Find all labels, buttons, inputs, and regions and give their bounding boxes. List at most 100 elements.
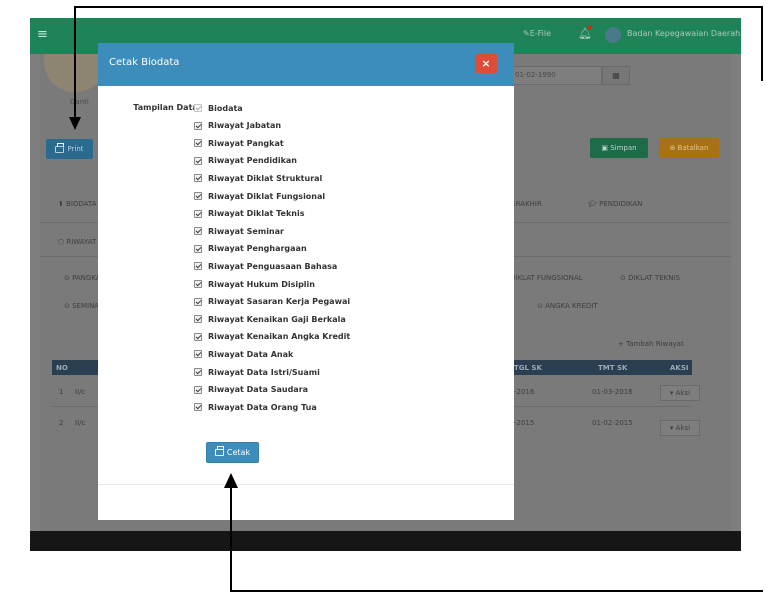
option-checkbox[interactable] [194, 332, 202, 341]
save-button[interactable]: ▣ Simpan [590, 138, 648, 158]
arrow-down-icon [69, 117, 81, 130]
option-checkbox[interactable] [194, 209, 202, 218]
option-label[interactable]: Riwayat Seminar [208, 227, 284, 236]
tab-pendidikan-label: PENDIDIKAN [599, 200, 643, 208]
modal-header: Cetak Biodata × [98, 43, 514, 86]
option-checkbox[interactable] [194, 139, 202, 148]
option-checkbox[interactable] [194, 403, 202, 412]
option-checkbox[interactable] [194, 262, 202, 271]
option-checkbox[interactable] [194, 174, 202, 183]
cetak-button[interactable]: Cetak [206, 442, 259, 463]
option-label[interactable]: Riwayat Pangkat [208, 139, 284, 148]
option-row[interactable]: Riwayat Kenaikan Angka Kredit [194, 330, 350, 344]
date-input[interactable]: 01-02-1990 [510, 66, 602, 85]
option-checkbox[interactable] [194, 297, 202, 306]
annotation-line [74, 6, 76, 119]
option-row[interactable]: Riwayat Jabatan [194, 119, 281, 133]
footer-bar [30, 531, 741, 551]
row-action-button[interactable]: ▾ Aksi [660, 385, 700, 401]
option-row[interactable]: Riwayat Data Anak [194, 347, 293, 361]
option-row[interactable]: Riwayat Kenaikan Gaji Berkala [194, 312, 346, 326]
option-label[interactable]: Riwayat Data Saudara [208, 385, 308, 394]
print-button[interactable]: Print [46, 139, 93, 159]
option-checkbox[interactable] [194, 192, 202, 200]
option-row[interactable]: Riwayat Hukum Disiplin [194, 277, 315, 291]
subtab-angka-kredit[interactable]: ⊙ ANGKA KREDIT [537, 302, 598, 310]
photo-change-link[interactable]: Ganti [70, 98, 89, 106]
option-row[interactable]: Riwayat Diklat Teknis [194, 207, 304, 221]
option-row[interactable]: Riwayat Data Orang Tua [194, 400, 317, 414]
print-biodata-modal: Cetak Biodata × Tampilan Data: Biodata Ri… [98, 43, 514, 520]
tab-pendidikan[interactable]: 🎓︎ PENDIDIKAN [588, 200, 642, 208]
option-checkbox[interactable] [194, 315, 202, 324]
save-label: Simpan [610, 144, 637, 152]
option-label[interactable]: Riwayat Sasaran Kerja Pegawai [208, 297, 350, 306]
cancel-icon: ⊗ [669, 144, 678, 152]
option-label[interactable]: Riwayat Data Orang Tua [208, 403, 317, 412]
option-label[interactable]: Riwayat Hukum Disiplin [208, 280, 315, 289]
close-button[interactable]: × [475, 54, 497, 73]
option-row[interactable]: Riwayat Pangkat [194, 136, 284, 150]
option-checkbox[interactable] [194, 280, 202, 288]
option-label[interactable]: Riwayat Diklat Fungsional [208, 192, 325, 201]
option-row[interactable]: Riwayat Sasaran Kerja Pegawai [194, 295, 350, 309]
option-row[interactable]: Riwayat Data Saudara [194, 383, 308, 397]
subtab-diklat-fungsional-label: DIKLAT FUNGSIONAL [510, 274, 583, 282]
avatar[interactable] [605, 27, 621, 43]
option-checkbox[interactable] [194, 368, 202, 376]
calendar-icon[interactable]: ▦ [602, 66, 630, 85]
option-checkbox [194, 104, 202, 112]
option-label[interactable]: Riwayat Pendidikan [208, 156, 297, 165]
option-label[interactable]: Riwayat Kenaikan Gaji Berkala [208, 315, 346, 324]
option-label[interactable]: Biodata [208, 104, 243, 113]
menu-icon[interactable]: ≡ [37, 27, 48, 42]
row-no: 1 [59, 388, 64, 396]
column-header-tgl-sk: TGL SK [514, 364, 542, 372]
option-label[interactable]: Riwayat Data Istri/Suami [208, 368, 320, 377]
column-header-no: NO [56, 364, 68, 372]
option-row[interactable]: Riwayat Penguasaan Bahasa [194, 259, 337, 273]
notification-badge [587, 25, 592, 30]
subtab-diklat-teknis[interactable]: ⊙ DIKLAT TEKNIS [620, 274, 680, 282]
username[interactable]: Badan Kepegawaian Daerah [627, 29, 740, 38]
option-row[interactable]: Riwayat Pendidikan [194, 154, 297, 168]
option-label[interactable]: Riwayat Penguasaan Bahasa [208, 262, 337, 271]
modal-footer-divider [98, 484, 514, 485]
tab-biodata-label: BIODATA [66, 200, 97, 208]
option-label[interactable]: Riwayat Penghargaan [208, 244, 307, 253]
option-row[interactable]: Riwayat Diklat Struktural [194, 171, 322, 185]
option-label[interactable]: Riwayat Diklat Teknis [208, 209, 304, 218]
printer-icon [214, 446, 224, 456]
option-label[interactable]: Riwayat Kenaikan Angka Kredit [208, 332, 350, 341]
tab-riwayat[interactable]: ⬡ RIWAYAT [58, 238, 96, 246]
option-row[interactable]: Riwayat Seminar [194, 224, 284, 238]
option-label[interactable]: Riwayat Diklat Struktural [208, 174, 322, 183]
tab-riwayat-label: RIWAYAT [66, 238, 97, 246]
tab-biodata[interactable]: ⬆ BIODATA [58, 200, 97, 208]
subtab-angka-kredit-label: ANGKA KREDIT [545, 302, 598, 310]
annotation-line [230, 590, 763, 592]
option-checkbox[interactable] [194, 227, 202, 236]
efile-link[interactable]: ✎E-File [523, 29, 551, 38]
arrow-up-icon [224, 473, 238, 488]
row-tgl-sk: -2015 [514, 419, 535, 427]
add-history-link[interactable]: + Tambah Riwayat [618, 340, 684, 348]
option-checkbox[interactable] [194, 244, 202, 253]
option-checkbox[interactable] [194, 350, 202, 359]
display-data-label: Tampilan Data: [133, 103, 201, 112]
option-checkbox[interactable] [194, 121, 202, 130]
cancel-button[interactable]: ⊗ Batalkan [659, 138, 719, 158]
date-value: 01-02-1990 [515, 71, 556, 79]
option-row[interactable]: Riwayat Penghargaan [194, 242, 307, 256]
annotation-line [74, 6, 762, 8]
row-action-button[interactable]: ▾ Aksi [660, 420, 700, 436]
option-label[interactable]: Riwayat Jabatan [208, 121, 281, 130]
option-row[interactable]: Riwayat Data Istri/Suami [194, 365, 320, 379]
option-checkbox[interactable] [194, 156, 202, 165]
save-icon: ▣ [601, 144, 611, 152]
subtab-diklat-fungsional[interactable]: DIKLAT FUNGSIONAL [510, 274, 583, 282]
option-checkbox[interactable] [194, 385, 202, 394]
option-row[interactable]: Riwayat Diklat Fungsional [194, 189, 325, 203]
option-label[interactable]: Riwayat Data Anak [208, 350, 293, 359]
option-row: Biodata [194, 101, 243, 115]
